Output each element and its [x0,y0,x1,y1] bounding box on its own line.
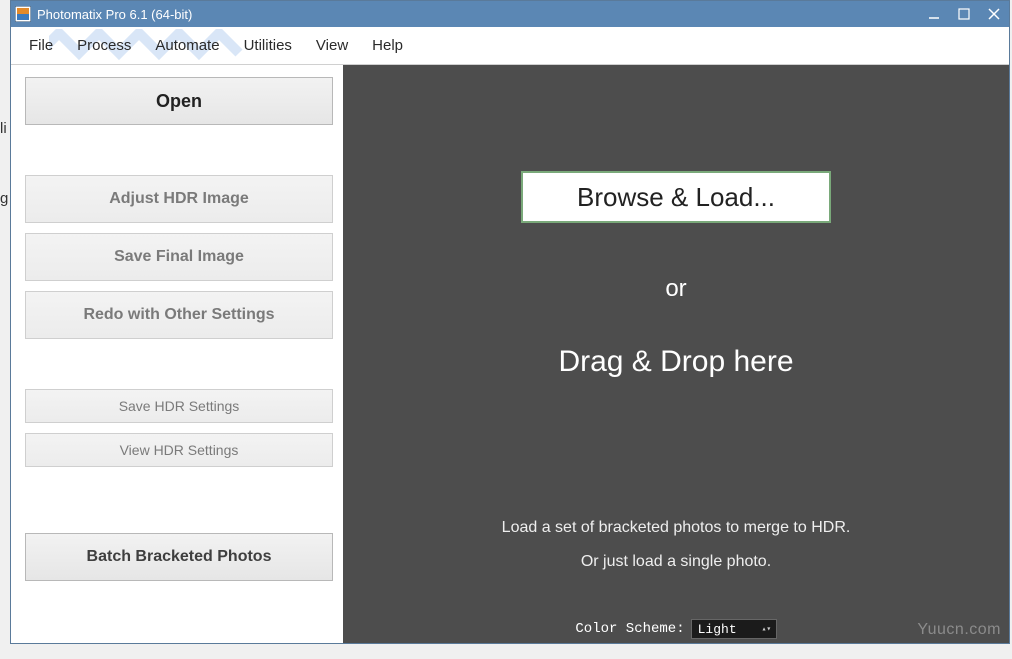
menu-file[interactable]: File [17,33,65,58]
redo-settings-button[interactable]: Redo with Other Settings [25,291,333,339]
maximize-button[interactable] [949,1,979,27]
color-scheme-label: Color Scheme: [575,621,684,637]
hint-block: Load a set of bracketed photos to merge … [502,519,851,571]
app-window: Photomatix Pro 6.1 (64-bit) File Process… [10,0,1010,644]
edge-text-1: li [0,120,7,137]
save-final-image-button[interactable]: Save Final Image [25,233,333,281]
or-label: or [665,275,686,303]
menu-utilities[interactable]: Utilities [232,33,304,58]
batch-bracketed-button[interactable]: Batch Bracketed Photos [25,533,333,581]
edge-text-2: g [0,190,8,207]
window-title: Photomatix Pro 6.1 (64-bit) [37,7,919,22]
menu-view[interactable]: View [304,33,360,58]
open-button[interactable]: Open [25,77,333,125]
save-hdr-settings-button[interactable]: Save HDR Settings [25,389,333,423]
titlebar[interactable]: Photomatix Pro 6.1 (64-bit) [11,1,1009,27]
view-hdr-settings-button[interactable]: View HDR Settings [25,433,333,467]
content-area: Open Adjust HDR Image Save Final Image R… [11,65,1009,643]
close-button[interactable] [979,1,1009,27]
menu-process[interactable]: Process [65,33,143,58]
drag-drop-label: Drag & Drop here [558,345,793,379]
browse-load-button[interactable]: Browse & Load... [521,171,831,223]
minimize-button[interactable] [919,1,949,27]
chevron-updown-icon: ▴▾ [762,627,772,632]
main-panel[interactable]: Browse & Load... or Drag & Drop here Loa… [343,65,1009,643]
hint-line-1: Load a set of bracketed photos to merge … [502,519,851,537]
color-scheme-select[interactable]: Light ▴▾ [691,619,777,639]
menu-automate[interactable]: Automate [143,33,231,58]
menu-help[interactable]: Help [360,33,415,58]
menubar: File Process Automate Utilities View Hel… [11,27,1009,65]
color-scheme-row: Color Scheme: Light ▴▾ [575,619,776,639]
sidebar: Open Adjust HDR Image Save Final Image R… [11,65,343,643]
hint-line-2: Or just load a single photo. [502,553,851,571]
app-icon [15,6,31,22]
adjust-hdr-button[interactable]: Adjust HDR Image [25,175,333,223]
watermark-text: Yuucn.com [917,621,1001,639]
color-scheme-value: Light [698,622,737,637]
